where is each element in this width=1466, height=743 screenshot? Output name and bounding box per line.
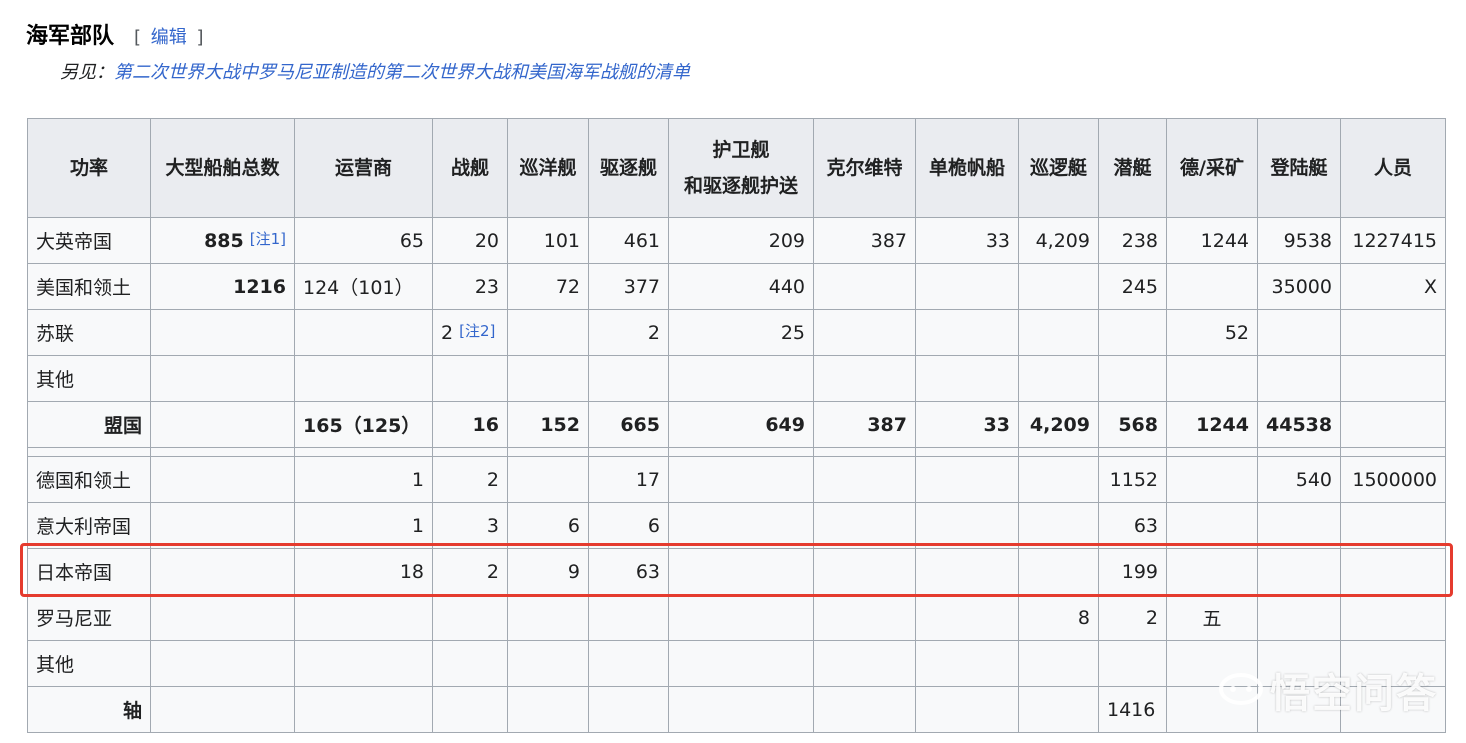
col-header: 战舰 xyxy=(432,118,508,218)
col-header: 驱逐舰 xyxy=(588,118,669,218)
col-header: 人员 xyxy=(1340,118,1446,218)
hatnote-link-us-navy[interactable]: 美国海军战舰的清单 xyxy=(528,62,690,83)
table-row: 德国和领土 1 2 17 1152 540 1500000 xyxy=(27,456,1446,503)
section-heading: 海军部队 [ 编辑 ] xyxy=(26,18,204,52)
col-header: 巡洋舰 xyxy=(507,118,589,218)
col-header: 功率 xyxy=(27,118,151,218)
edit-link[interactable]: 编辑 xyxy=(151,27,187,48)
table-row: 苏联 2 [注2] 2 25 52 xyxy=(27,309,1446,356)
footnote-link[interactable]: [注1] xyxy=(250,230,286,248)
footnote-link[interactable]: [注2] xyxy=(459,322,495,340)
col-header: 护卫舰 和驱逐舰护送 xyxy=(668,118,814,218)
col-header: 潜艇 xyxy=(1098,118,1167,218)
col-header: 大型船舶总数 xyxy=(150,118,295,218)
table-separator xyxy=(27,447,1446,457)
col-header: 德/采矿 xyxy=(1166,118,1258,218)
table-row: 大英帝国 885 [注1] 65 20 101 461 209 387 33 4,… xyxy=(27,217,1446,264)
col-header: 单桅帆船 xyxy=(915,118,1019,218)
hatnote: 另见：第二次世界大战中罗马尼亚制造的第二次世界大战和美国海军战舰的清单 xyxy=(60,62,690,83)
col-header: 运营商 xyxy=(294,118,433,218)
table-row: 意大利帝国 1 3 6 6 63 xyxy=(27,502,1446,549)
watermark: 悟空问答 xyxy=(1218,661,1438,719)
table-row: 盟国 165（125） 16 152 665 649 387 33 4,209 … xyxy=(27,401,1446,448)
col-header: 登陆艇 xyxy=(1257,118,1341,218)
edit-section: [ 编辑 ] xyxy=(134,27,204,48)
table-row: 日本帝国 18 2 9 63 199 xyxy=(27,548,1446,595)
table-header-row: 功率 大型船舶总数 运营商 战舰 巡洋舰 驱逐舰 护卫舰 和驱逐舰护送 克尔维特 … xyxy=(27,118,1446,218)
table-row: 罗马尼亚 8 2 五 xyxy=(27,594,1446,641)
col-header: 克尔维特 xyxy=(813,118,916,218)
table-row: 美国和领土 1216 124（101） 23 72 377 440 245 35… xyxy=(27,263,1446,310)
hatnote-link-conj[interactable]: 和 xyxy=(510,62,528,83)
watermark-text: 悟空问答 xyxy=(1270,671,1438,717)
table-row: 其他 xyxy=(27,355,1446,402)
naval-forces-table: 功率 大型船舶总数 运营商 战舰 巡洋舰 驱逐舰 护卫舰 和驱逐舰护送 克尔维特 … xyxy=(27,118,1446,733)
col-header: 巡逻艇 xyxy=(1018,118,1099,218)
section-title: 海军部队 xyxy=(26,24,115,49)
chat-bubble-icon xyxy=(1219,673,1263,705)
hatnote-link-romania[interactable]: 第二次世界大战中罗马尼亚制造的第二次世界大战 xyxy=(114,62,510,83)
